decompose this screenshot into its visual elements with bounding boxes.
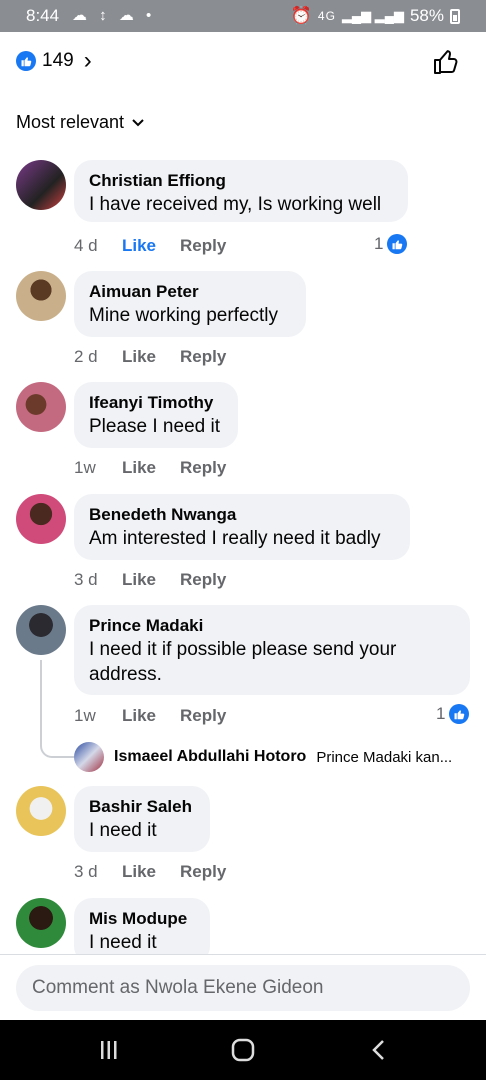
comment-bubble: Aimuan Peter Mine working perfectly [74, 271, 306, 337]
comment-time: 4 d [74, 236, 98, 255]
comment-actions: 1w Like Reply [74, 706, 226, 726]
like-button[interactable]: Like [122, 236, 180, 256]
reaction-count: 149 [42, 50, 74, 71]
sort-label: Most relevant [16, 112, 125, 132]
comment-actions: 3 d Like Reply [74, 570, 226, 590]
status-bar: 8:44 ☁ ↕ ☁ • ⏰ 4G ▂▄▆ ▂▄▆ 58% [0, 0, 486, 32]
comment-text: I need it if possible please send your a… [89, 639, 397, 685]
signal-icon: ▂▄▆ ▂▄▆ [341, 8, 404, 23]
comment-time: 1w [74, 458, 96, 477]
comment-bubble: Prince Madaki I need it if possible plea… [74, 605, 470, 695]
like-button[interactable]: Like [122, 347, 180, 367]
comment-time: 3 d [74, 570, 98, 589]
comment-reaction-count[interactable]: 1 [374, 234, 408, 254]
chevron-down-icon [132, 118, 144, 126]
home-icon[interactable] [228, 1038, 258, 1062]
comment-input[interactable]: Comment as Nwola Ekene Gideon [16, 965, 470, 1011]
notification-icons: ☁ ↕ ☁ • [72, 7, 156, 24]
like-reaction-icon [387, 234, 408, 254]
comment-reaction-count[interactable]: 1 [436, 704, 470, 724]
network-label: 4G [317, 9, 336, 23]
comment-text: I have received my, Is working well [89, 194, 382, 215]
like-button[interactable]: Like [122, 706, 180, 726]
comment-time: 2 d [74, 347, 98, 366]
comment-time: 1w [74, 706, 96, 725]
comment-text: I need it [89, 932, 157, 953]
comment-text: Mine working perfectly [89, 305, 279, 326]
comment-actions: 1w Like Reply [74, 458, 226, 478]
status-right: ⏰ 4G ▂▄▆ ▂▄▆ 58% [291, 6, 460, 26]
commenter-name[interactable]: Benedeth Nwanga [89, 504, 395, 526]
reply-button[interactable]: Reply [180, 458, 226, 478]
reply-button[interactable]: Reply [180, 706, 226, 726]
reactions-header: 149 › [0, 32, 486, 92]
commenter-name[interactable]: Prince Madaki [89, 615, 455, 637]
commenter-name[interactable]: Aimuan Peter [89, 281, 291, 303]
like-button[interactable]: Like [122, 862, 180, 882]
reaction-number: 1 [374, 234, 384, 253]
avatar[interactable] [16, 494, 66, 544]
reaction-summary[interactable]: 149 › [16, 47, 92, 74]
recent-apps-icon[interactable] [94, 1038, 124, 1062]
avatar[interactable] [16, 786, 66, 836]
comment-composer: Comment as Nwola Ekene Gideon [0, 954, 486, 1020]
alarm-icon: ⏰ [290, 6, 312, 25]
comment-actions: 4 d Like Reply [74, 236, 226, 256]
comment-text: I need it [89, 820, 157, 841]
battery-level: 58% [409, 6, 444, 25]
reply-button[interactable]: Reply [180, 347, 226, 367]
status-time: 8:44 [26, 6, 60, 25]
reply-button[interactable]: Reply [180, 862, 226, 882]
like-reaction-icon [449, 704, 470, 724]
comment-text: Please I need it [89, 416, 220, 437]
avatar[interactable] [16, 382, 66, 432]
reply-button[interactable]: Reply [180, 236, 226, 256]
avatar[interactable] [16, 605, 66, 655]
comment-actions: 2 d Like Reply [74, 347, 226, 367]
comment-time: 3 d [74, 862, 98, 881]
avatar[interactable] [16, 160, 66, 210]
comment-bubble: Bashir Saleh I need it [74, 786, 210, 852]
like-outline-icon[interactable] [432, 48, 460, 76]
avatar [74, 742, 104, 772]
like-button[interactable]: Like [122, 458, 180, 478]
reaction-number: 1 [436, 704, 446, 723]
commenter-name[interactable]: Christian Effiong [89, 170, 393, 192]
comment-bubble: Christian Effiong I have received my, Is… [74, 160, 408, 222]
reply-button[interactable]: Reply [180, 570, 226, 590]
comment-bubble: Ifeanyi Timothy Please I need it [74, 382, 238, 448]
avatar[interactable] [16, 271, 66, 321]
back-icon[interactable] [364, 1038, 394, 1062]
avatar[interactable] [16, 898, 66, 948]
comment-actions: 3 d Like Reply [74, 862, 226, 882]
commenter-name[interactable]: Ifeanyi Timothy [89, 392, 223, 414]
reply-snippet: Prince Madaki kan... [316, 748, 453, 766]
commenter-name[interactable]: Bashir Saleh [89, 796, 195, 818]
thread-connector [40, 660, 74, 758]
like-reaction-icon [16, 51, 36, 71]
reply-preview[interactable]: Ismaeel Abdullahi Hotoro Prince Madaki k… [74, 742, 474, 772]
chevron-right-icon: › [83, 47, 92, 74]
comment-text: Am interested I really need it badly [89, 528, 381, 549]
system-navigation-bar [0, 1020, 486, 1080]
sort-dropdown[interactable]: Most relevant [16, 112, 144, 133]
like-button[interactable]: Like [122, 570, 180, 590]
reply-author-name: Ismaeel Abdullahi Hotoro [114, 748, 307, 765]
commenter-name[interactable]: Mis Modupe [89, 908, 195, 930]
battery-icon [450, 8, 460, 24]
comment-bubble: Benedeth Nwanga Am interested I really n… [74, 494, 410, 560]
